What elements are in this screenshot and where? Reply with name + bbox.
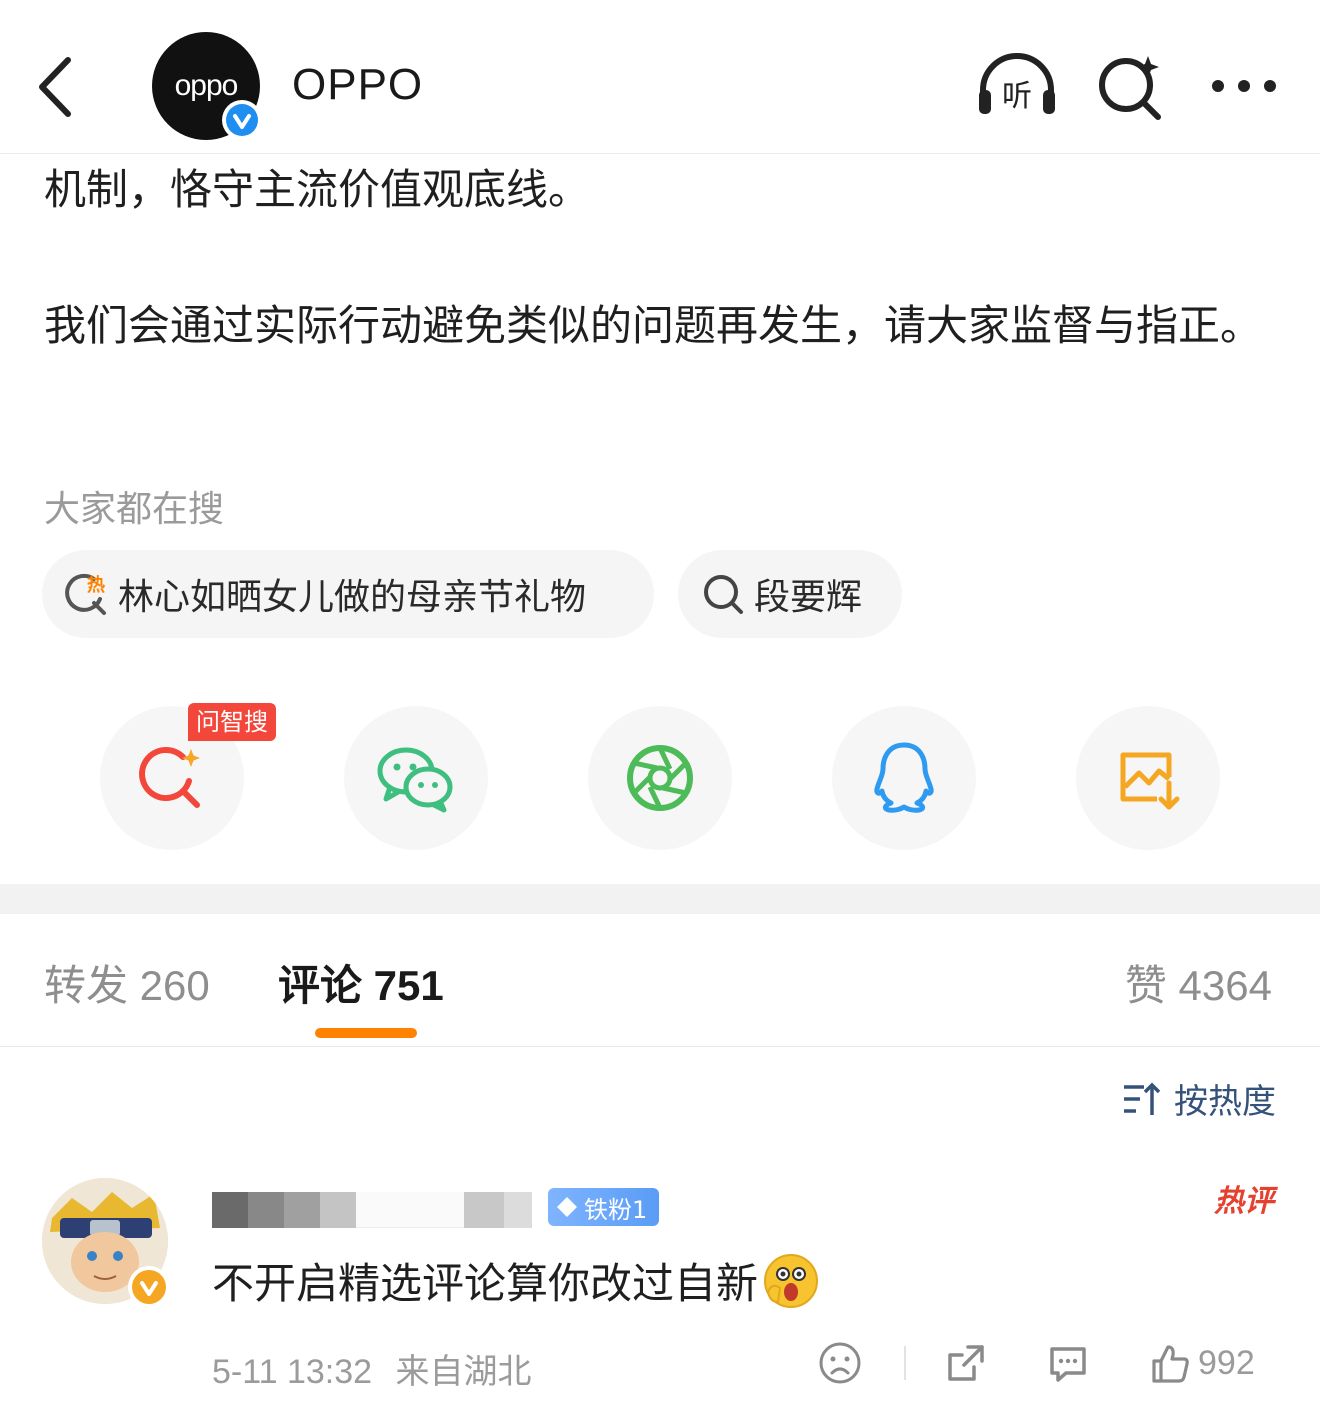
comment-text: 不开启精选评论算你改过自新 — [212, 1250, 820, 1311]
hot-search-chip[interactable]: 热 林心如晒女儿做的母亲节礼物 — [42, 550, 654, 638]
search-chip[interactable]: 段要辉 — [678, 550, 902, 638]
sort-by-hot-button[interactable]: 按热度 — [1122, 1074, 1276, 1123]
share-qq-button[interactable] — [832, 706, 976, 850]
section-divider — [0, 884, 1320, 914]
active-tab-indicator — [315, 1028, 417, 1038]
search-chip-label: 段要辉 — [754, 577, 863, 618]
more-dots-icon — [1212, 80, 1276, 92]
action-separator — [904, 1346, 906, 1380]
chevron-left-icon — [39, 57, 71, 117]
sort-label: 按热度 — [1174, 1082, 1276, 1122]
hot-search-title: 大家都在搜 — [44, 489, 225, 530]
comment-bubble-icon — [1050, 1347, 1086, 1382]
search-button[interactable] — [1096, 52, 1166, 122]
share-comment-button[interactable] — [944, 1338, 988, 1388]
account-name[interactable]: OPPO — [292, 60, 423, 110]
save-image-icon — [1120, 752, 1180, 810]
dislike-button[interactable] — [818, 1338, 862, 1388]
ai-search-icon — [139, 747, 200, 808]
weibo-post-page: oppo OPPO 听 机制，恪守主流价值观底线。 我们会通过实际行动避免类似的… — [0, 0, 1320, 1419]
top-bar: oppo OPPO 听 — [0, 0, 1320, 154]
ask-ai-badge: 问智搜 — [188, 703, 276, 741]
fan-badge-label: 铁粉1 — [584, 1195, 648, 1224]
listen-button[interactable]: 听 — [975, 50, 1059, 120]
share-moments-button[interactable] — [588, 706, 732, 850]
search-sparkle-icon — [1099, 56, 1161, 120]
back-button[interactable] — [30, 52, 80, 122]
like-button[interactable]: 992 — [1148, 1338, 1255, 1388]
post-text-line: 机制，恪守主流价值观底线。 — [44, 165, 591, 214]
verified-yellow-badge — [128, 1266, 170, 1308]
post-text-paragraph: 我们会通过实际行动避免类似的问题再发生，请大家监督与指正。 — [44, 301, 1263, 350]
commenter-name-redacted[interactable] — [212, 1192, 542, 1228]
diamond-icon — [557, 1197, 577, 1217]
commenter-avatar[interactable] — [42, 1178, 170, 1308]
share-icon — [948, 1345, 984, 1381]
verified-blue-icon — [226, 104, 258, 136]
qq-icon — [874, 742, 934, 813]
verified-yellow-icon — [132, 1270, 166, 1304]
thumbs-up-icon — [1152, 1345, 1189, 1383]
hot-label: 热 — [87, 574, 105, 596]
comment-location: 来自湖北 — [395, 1353, 532, 1391]
listen-label: 听 — [1002, 79, 1032, 114]
reply-button[interactable] — [1046, 1338, 1090, 1388]
frown-face-icon — [819, 1342, 861, 1384]
tab-comments[interactable]: 评论 751 — [278, 952, 444, 1013]
verified-badge — [222, 100, 262, 140]
comment-body: 不开启精选评论算你改过自新 — [212, 1259, 759, 1308]
more-button[interactable] — [1206, 66, 1282, 106]
search-icon — [704, 575, 743, 614]
brand-logo-text: oppo — [174, 69, 239, 102]
tab-likes[interactable]: 赞 4364 — [1125, 952, 1272, 1013]
wechat-icon — [377, 747, 453, 813]
hot-comment-tag: 热评 — [1214, 1184, 1274, 1219]
headphones-icon: 听 — [979, 53, 1055, 114]
share-save-image-button[interactable] — [1076, 706, 1220, 850]
sort-icon — [1124, 1082, 1161, 1115]
account-avatar[interactable]: oppo — [152, 32, 262, 142]
like-count: 992 — [1198, 1343, 1255, 1382]
comment-meta: 5-11 13:32 来自湖北 — [212, 1344, 532, 1393]
tab-repost[interactable]: 转发 260 — [44, 952, 210, 1013]
surprised-emoji-icon — [764, 1253, 819, 1308]
hot-search-icon: 热 — [65, 573, 106, 615]
hot-search-chip-label: 林心如晒女儿做的母亲节礼物 — [118, 577, 587, 618]
fan-level-badge: 铁粉1 — [548, 1188, 660, 1226]
share-wechat-button[interactable] — [344, 706, 488, 850]
comment-time: 5-11 13:32 — [212, 1353, 373, 1391]
moments-icon — [627, 745, 693, 811]
tabs-divider — [0, 1046, 1320, 1047]
